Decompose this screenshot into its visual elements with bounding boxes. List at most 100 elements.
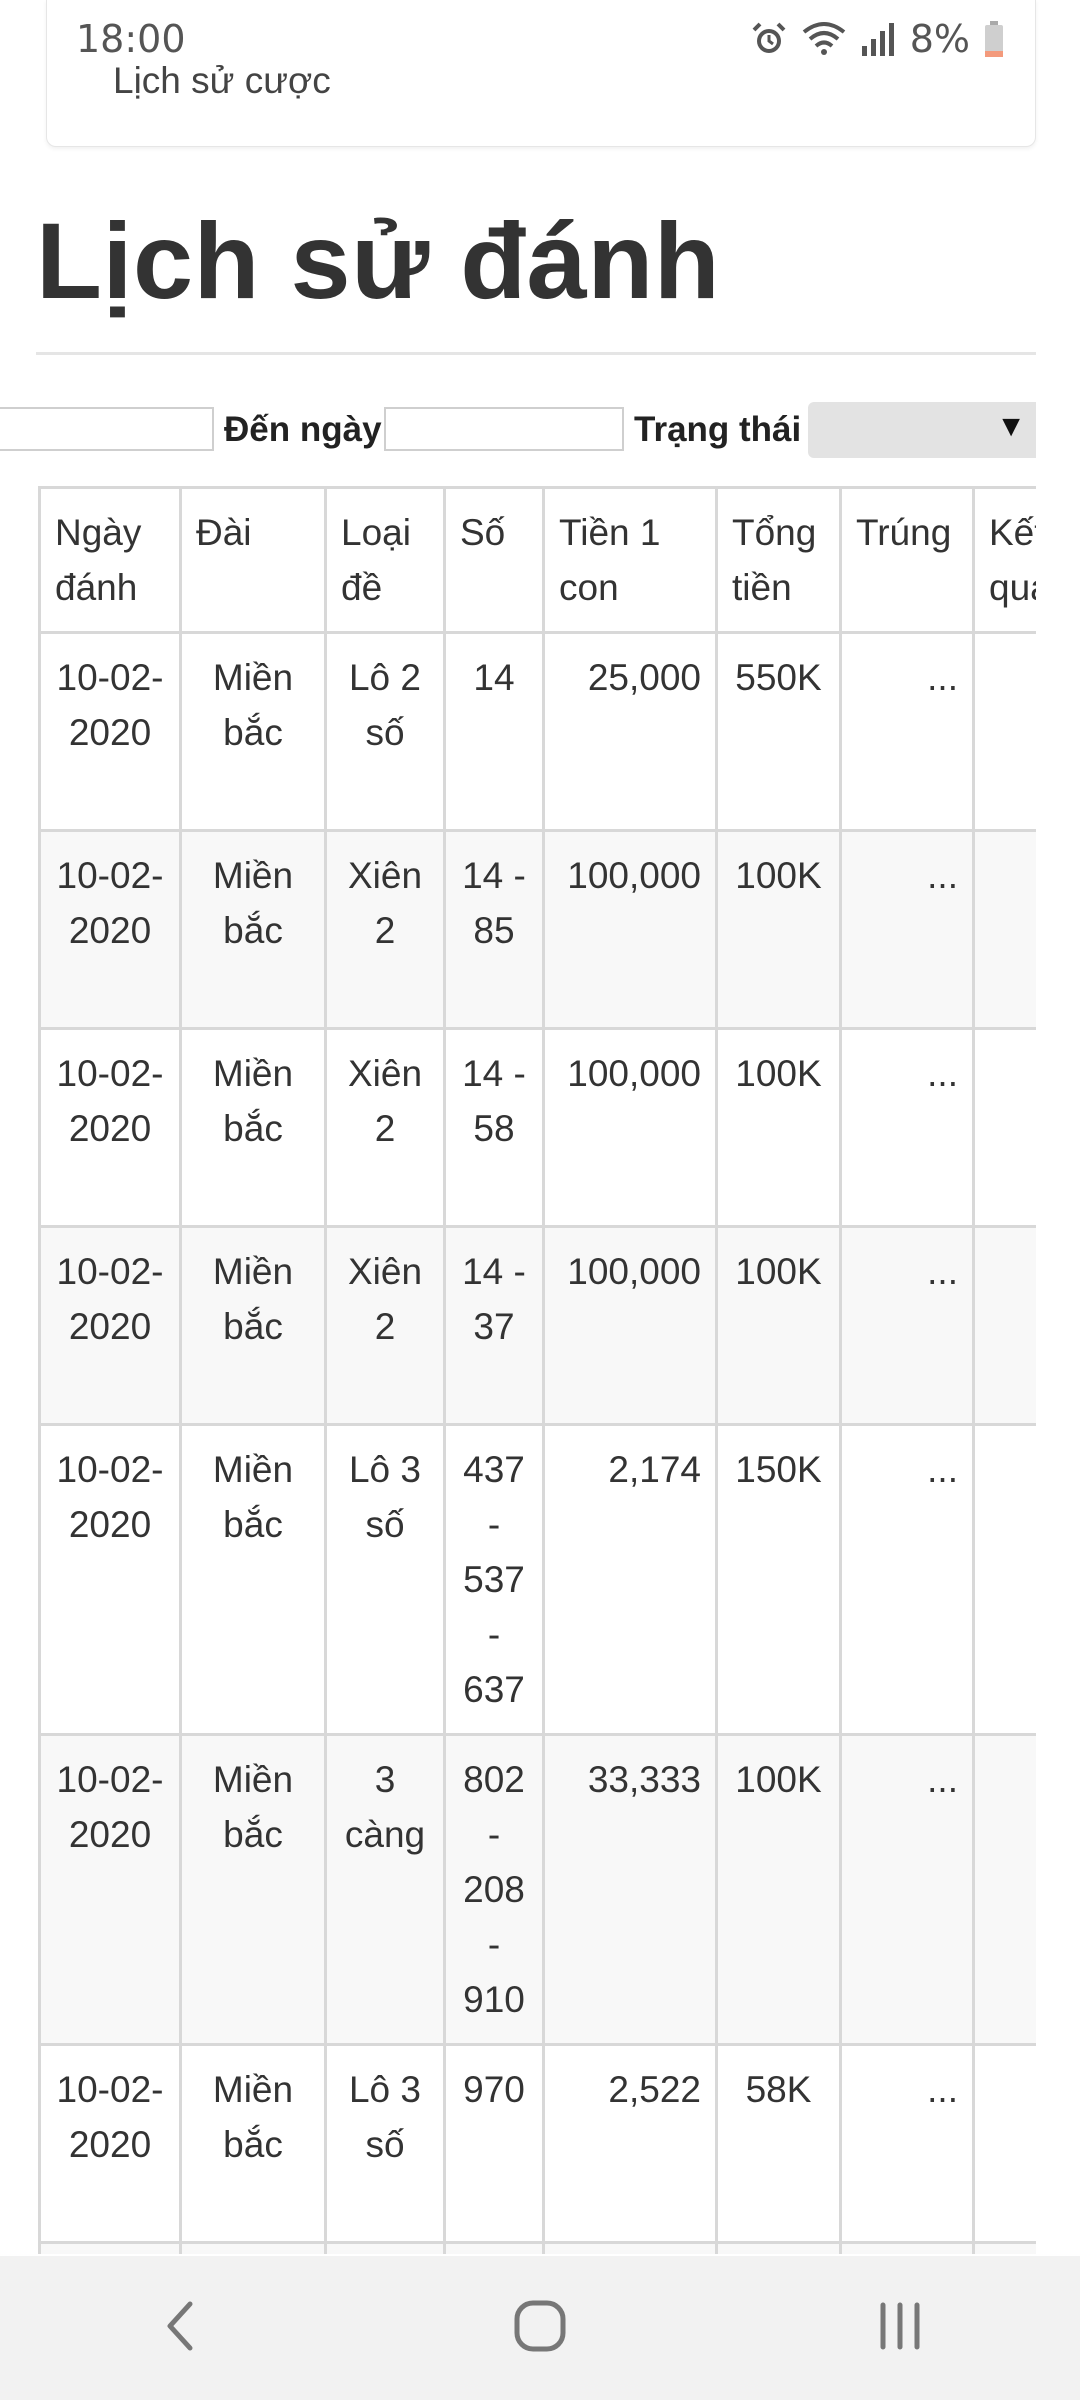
cell-type: Lô 3 số xyxy=(324,2043,446,2244)
system-nav-bar xyxy=(0,2256,1080,2400)
title-divider xyxy=(36,352,1036,355)
column-header-type: Loại đề xyxy=(324,486,446,634)
bet-history-table-container[interactable]: Ngày đánh Đài Loại đề Số Tiền 1 con Tổng… xyxy=(38,486,1036,2254)
status-select[interactable]: ▼ xyxy=(808,402,1036,458)
cell-total xyxy=(715,2241,842,2254)
cell-date: 10-02-2020 xyxy=(38,1423,182,1736)
cell-win: ... xyxy=(839,1733,975,2046)
cell-station: Miền bắc xyxy=(179,2043,327,2244)
home-icon xyxy=(512,2298,568,2359)
signal-icon xyxy=(860,20,896,58)
cell-date: 10-02-2020 xyxy=(38,1027,182,1228)
cell-total: 150K xyxy=(715,1423,842,1736)
cell-type xyxy=(324,2241,446,2254)
cell-type: 3 càng xyxy=(324,1733,446,2046)
home-button[interactable] xyxy=(480,2278,600,2378)
cell-type: Lô 3 số xyxy=(324,1423,446,1736)
column-header-number: Số xyxy=(443,486,545,634)
cell-total: 100K xyxy=(715,829,842,1030)
cell-per-unit: 25,000 xyxy=(542,631,718,832)
table-row[interactable]: 10-02-2020 Miền bắc Lô 3 số 970 2,522 58… xyxy=(38,2043,1036,2244)
cell-type: Lô 2 số xyxy=(324,631,446,832)
dropdown-arrow-icon: ▼ xyxy=(996,410,1026,443)
back-button[interactable] xyxy=(120,2278,240,2378)
status-time: 18:00 xyxy=(76,17,186,61)
cell-win: ... xyxy=(839,1423,975,1736)
cell-type: Xiên 2 xyxy=(324,1225,446,1426)
column-header-result: Kết quả xyxy=(972,486,1036,634)
cell-station: Miền bắc xyxy=(179,631,327,832)
cell-type: Xiên 2 xyxy=(324,1027,446,1228)
from-date-input[interactable] xyxy=(0,407,214,451)
wifi-icon xyxy=(802,20,846,58)
cell-result xyxy=(972,2043,1036,2244)
cell-result xyxy=(972,631,1036,832)
bet-history-table: Ngày đánh Đài Loại đề Số Tiền 1 con Tổng… xyxy=(38,486,1036,2254)
cell-win xyxy=(839,2241,975,2254)
alarm-icon xyxy=(750,20,788,58)
cell-result xyxy=(972,1733,1036,2046)
table-row[interactable]: 10-02-2020 Miền bắc Xiên 2 14 - 37 100,0… xyxy=(38,1225,1036,1426)
cell-per-unit: 100,000 xyxy=(542,1225,718,1426)
cell-per-unit xyxy=(542,2241,718,2254)
cell-date: 10-02-2020 xyxy=(38,2043,182,2244)
cell-date: 10-02-2020 xyxy=(38,631,182,832)
cell-per-unit: 100,000 xyxy=(542,829,718,1030)
cell-per-unit: 33,333 xyxy=(542,1733,718,2046)
to-date-label: Đến ngày xyxy=(224,410,382,449)
cell-number: 14 - 58 xyxy=(443,1027,545,1228)
cell-result xyxy=(972,2241,1036,2254)
table-row[interactable]: 10-02-2020 Miền bắc 3 càng 802 - 208 - 9… xyxy=(38,1733,1036,2046)
recents-icon xyxy=(875,2301,925,2356)
recents-button[interactable] xyxy=(840,2278,960,2378)
cell-total: 100K xyxy=(715,1027,842,1228)
cell-number: 437 - 537 - 637 xyxy=(443,1423,545,1736)
filter-row: Đến ngày Trạng thái ▼ xyxy=(0,402,1036,458)
cell-total: 100K xyxy=(715,1225,842,1426)
status-bar: 18:00 8% xyxy=(0,0,1080,78)
cell-result xyxy=(972,1423,1036,1736)
column-header-win: Trúng xyxy=(839,486,975,634)
cell-number: 14 - 85 xyxy=(443,829,545,1030)
cell-station: Miền bắc xyxy=(179,1027,327,1228)
cell-total: 58K xyxy=(715,2043,842,2244)
to-date-input[interactable] xyxy=(384,407,624,451)
table-row[interactable]: 10-02-2020 Miền bắc Lô 3 số 437 - 537 - … xyxy=(38,1423,1036,1736)
table-row[interactable] xyxy=(38,2241,1036,2254)
table-header-row: Ngày đánh Đài Loại đề Số Tiền 1 con Tổng… xyxy=(38,486,1036,634)
cell-result xyxy=(972,829,1036,1030)
cell-result xyxy=(972,1027,1036,1228)
cell-station: Miền bắc xyxy=(179,1423,327,1736)
cell-number: 970 xyxy=(443,2043,545,2244)
cell-per-unit: 2,174 xyxy=(542,1423,718,1736)
table-row[interactable]: 10-02-2020 Miền bắc Lô 2 số 14 25,000 55… xyxy=(38,631,1036,832)
cell-type: Xiên 2 xyxy=(324,829,446,1030)
column-header-per-unit: Tiền 1 con xyxy=(542,486,718,634)
page-title: Lịch sử đánh xyxy=(36,200,721,321)
cell-win: ... xyxy=(839,829,975,1030)
cell-per-unit: 100,000 xyxy=(542,1027,718,1228)
cell-number: 14 - 37 xyxy=(443,1225,545,1426)
cell-win: ... xyxy=(839,1027,975,1228)
column-header-date: Ngày đánh xyxy=(38,486,182,634)
status-label: Trạng thái xyxy=(634,410,802,449)
battery-percent: 8% xyxy=(909,17,970,61)
cell-date: 10-02-2020 xyxy=(38,829,182,1030)
cell-number: 802 - 208 - 910 xyxy=(443,1733,545,2046)
cell-station: Miền bắc xyxy=(179,829,327,1030)
cell-result xyxy=(972,1225,1036,1426)
table-row[interactable]: 10-02-2020 Miền bắc Xiên 2 14 - 58 100,0… xyxy=(38,1027,1036,1228)
cell-date xyxy=(38,2241,182,2254)
cell-station: Miền bắc xyxy=(179,1733,327,2046)
cell-date: 10-02-2020 xyxy=(38,1225,182,1426)
status-icons: 8% xyxy=(750,17,1004,61)
cell-total: 550K xyxy=(715,631,842,832)
cell-win: ... xyxy=(839,2043,975,2244)
column-header-station: Đài xyxy=(179,486,327,634)
cell-total: 100K xyxy=(715,1733,842,2046)
column-header-total: Tổng tiền xyxy=(715,486,842,634)
cell-per-unit: 2,522 xyxy=(542,2043,718,2244)
cell-win: ... xyxy=(839,1225,975,1426)
table-row[interactable]: 10-02-2020 Miền bắc Xiên 2 14 - 85 100,0… xyxy=(38,829,1036,1030)
back-icon xyxy=(160,2298,200,2359)
